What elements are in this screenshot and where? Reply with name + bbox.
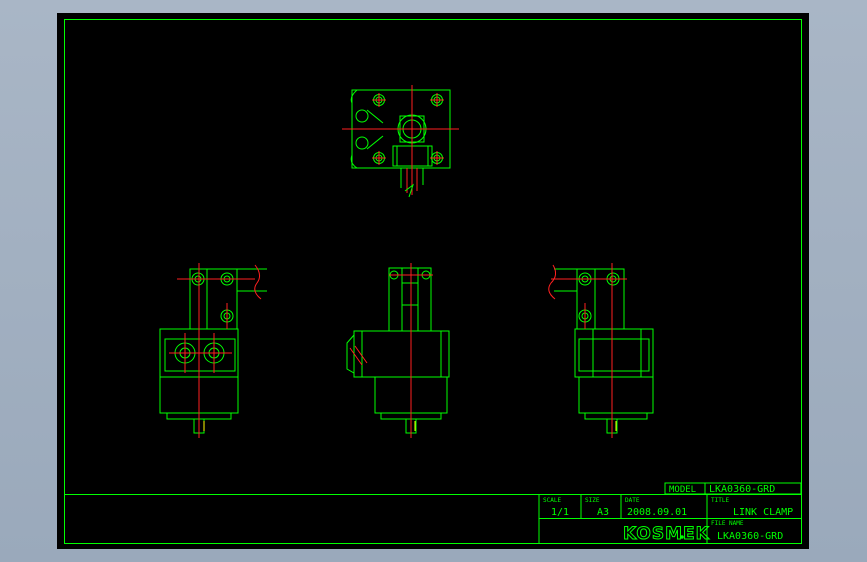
drawing-sheet: MODEL LKA0360-GRD SCALE 1/1 SIZE A3 DATE… — [57, 13, 809, 549]
title-block: MODEL LKA0360-GRD SCALE 1/1 SIZE A3 DATE… — [64, 482, 802, 545]
drawing-border — [64, 19, 802, 544]
title-label: TITLE — [711, 497, 729, 504]
right-side-view — [548, 263, 654, 438]
scale-value: 1/1 — [551, 507, 569, 518]
company-logo: KOSMEK — [623, 524, 710, 544]
file-name-label: FILE NAME — [711, 520, 744, 527]
company-logo-dot — [680, 535, 684, 539]
title-value: LINK CLAMP — [733, 507, 793, 518]
model-value: LKA0360-GRD — [709, 484, 775, 495]
size-label: SIZE — [585, 497, 600, 504]
front-view — [346, 263, 450, 438]
file-name-value: LKA0360-GRD — [717, 531, 783, 542]
date-label: DATE — [625, 497, 640, 504]
size-value: A3 — [597, 507, 609, 518]
date-value: 2008.09.01 — [627, 507, 687, 518]
left-side-view — [159, 263, 267, 438]
cad-drawing: MODEL LKA0360-GRD SCALE 1/1 SIZE A3 DATE… — [64, 19, 802, 545]
scale-label: SCALE — [543, 497, 561, 504]
model-label: MODEL — [669, 485, 696, 495]
top-view — [342, 85, 459, 198]
